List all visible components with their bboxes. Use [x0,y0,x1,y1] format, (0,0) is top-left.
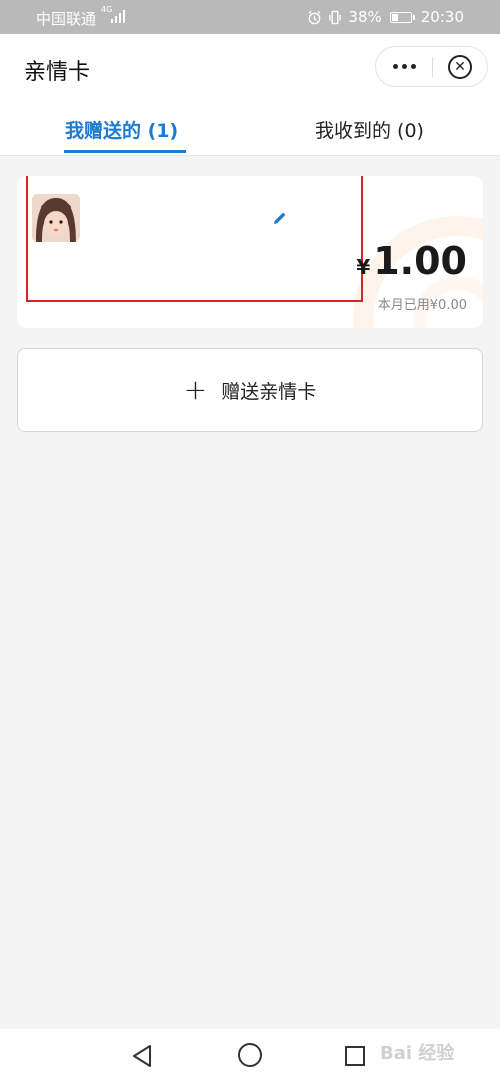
currency-symbol: ¥ [356,255,371,279]
gift-family-card-button[interactable]: + 赠送亲情卡 [17,348,483,432]
vibrate-icon [329,10,342,24]
annotation-highlight-box [26,176,363,302]
page-header: 亲情卡 ✕ 我赠送的 (1) 我收到的 (0) [0,34,500,156]
back-icon[interactable] [130,1043,156,1069]
tab-received[interactable]: 我收到的 (0) [315,116,424,143]
mini-program-capsule: ✕ [375,46,488,87]
page-title: 亲情卡 [24,60,91,85]
more-options-button[interactable] [376,47,432,86]
battery-icon [389,11,415,23]
watermark: Bai 经验 [380,1043,455,1064]
active-tab-indicator [64,150,186,153]
tab-sent[interactable]: 我赠送的 (1) [65,116,178,143]
recent-apps-icon[interactable] [345,1046,365,1066]
status-bar: 中国联通 4G 38% 20:30 [0,0,500,34]
more-icon [392,64,398,69]
carrier-name: 中国联通 [36,10,97,28]
plus-icon: + [183,373,208,406]
alarm-icon [308,10,321,24]
capsule-divider [432,57,433,77]
signal-icon [111,10,127,23]
close-icon: ✕ [454,59,466,75]
close-button[interactable]: ✕ [448,55,472,79]
clock: 20:30 [420,8,464,26]
battery-percent: 38% [348,8,382,26]
gift-button-label: 赠送亲情卡 [221,380,317,403]
family-card[interactable]: ¥ 1.00 本月已用¥0.00 [17,176,483,328]
monthly-used-text: 本月已用¥0.00 [377,298,467,313]
amount-value: 1.00 [373,239,467,283]
card-amount: ¥ 1.00 [356,239,467,283]
home-icon[interactable] [238,1043,262,1067]
